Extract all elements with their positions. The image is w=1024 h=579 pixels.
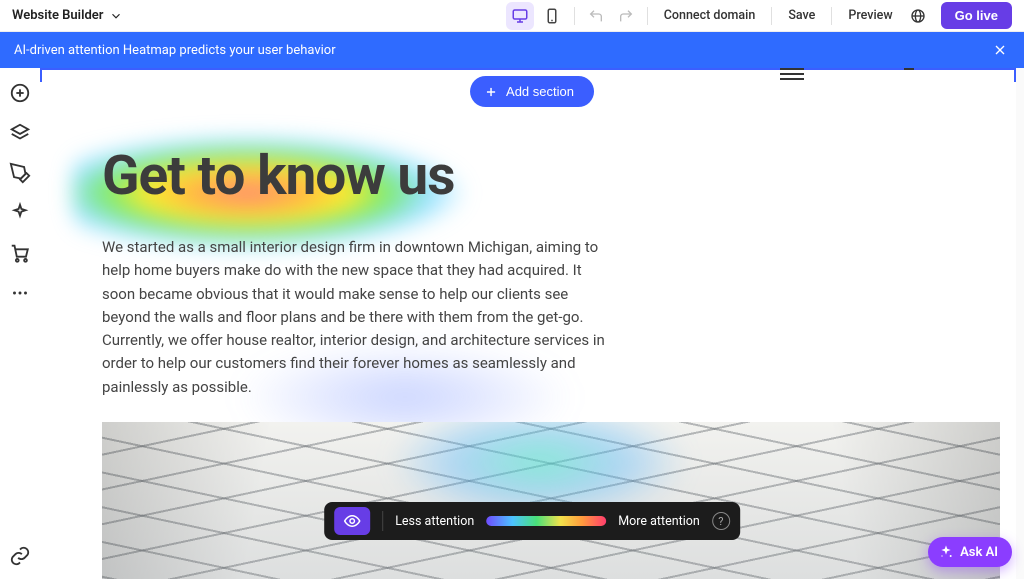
app-title: Website Builder <box>12 8 103 23</box>
add-section-label: Add section <box>506 84 574 99</box>
separator <box>647 7 648 25</box>
legend-more-label: More attention <box>618 514 700 529</box>
eye-icon <box>343 512 361 530</box>
legend-help-button[interactable]: ? <box>712 512 730 530</box>
globe-icon <box>910 8 926 24</box>
banner-close-button[interactable] <box>990 40 1010 60</box>
heatmap-toggle-button[interactable] <box>334 507 370 535</box>
desktop-icon <box>511 7 529 25</box>
page-paragraph[interactable]: We started as a small interior design fi… <box>102 236 612 399</box>
preview-button[interactable]: Preview <box>840 4 900 27</box>
ask-ai-label: Ask AI <box>960 545 998 560</box>
mobile-icon <box>543 7 561 25</box>
ask-ai-button[interactable]: Ask AI <box>928 537 1012 567</box>
cart-icon <box>9 242 31 264</box>
store-button[interactable] <box>9 242 31 264</box>
desktop-view-button[interactable] <box>506 2 534 30</box>
layers-button[interactable] <box>9 122 31 144</box>
redo-button[interactable] <box>613 3 639 29</box>
sparkle-icon <box>938 544 954 560</box>
save-button[interactable]: Save <box>780 4 823 27</box>
sidebar <box>0 68 40 579</box>
redo-icon <box>618 8 634 24</box>
close-icon <box>992 42 1008 58</box>
separator <box>574 7 575 25</box>
canvas: Add section Get to know us We started as… <box>40 68 1024 579</box>
connect-domain-button[interactable]: Connect domain <box>656 4 764 27</box>
separator <box>831 7 832 25</box>
separator <box>382 511 383 531</box>
app-menu[interactable]: Website Builder <box>12 8 123 23</box>
menu-icon <box>904 68 914 70</box>
layers-icon <box>9 122 31 144</box>
mobile-view-button[interactable] <box>538 2 566 30</box>
banner-text: AI-driven attention Heatmap predicts you… <box>14 43 336 58</box>
pen-icon <box>9 162 31 184</box>
plus-icon <box>484 85 498 99</box>
legend-gradient <box>486 516 606 526</box>
add-section-button[interactable]: Add section <box>470 76 594 107</box>
add-element-button[interactable] <box>9 82 31 104</box>
ai-tools-button[interactable] <box>9 202 31 224</box>
chevron-down-icon <box>109 9 123 23</box>
undo-button[interactable] <box>583 3 609 29</box>
heatmap-banner: AI-driven attention Heatmap predicts you… <box>0 32 1024 68</box>
more-button[interactable] <box>9 282 31 304</box>
link-icon <box>9 545 31 567</box>
hamburger-icon <box>780 68 804 82</box>
heatmap-legend: Less attention More attention ? <box>324 502 740 540</box>
separator <box>771 7 772 25</box>
page-heading[interactable]: Get to know us <box>102 144 954 208</box>
plus-circle-icon <box>9 82 31 104</box>
hero-image[interactable] <box>102 422 1000 579</box>
undo-icon <box>588 8 604 24</box>
more-icon <box>9 282 31 304</box>
legend-less-label: Less attention <box>395 514 474 529</box>
go-live-button[interactable]: Go live <box>941 2 1012 29</box>
language-button[interactable] <box>905 3 931 29</box>
sparkles-icon <box>9 202 31 224</box>
link-tool-button[interactable] <box>9 545 31 567</box>
design-button[interactable] <box>9 162 31 184</box>
